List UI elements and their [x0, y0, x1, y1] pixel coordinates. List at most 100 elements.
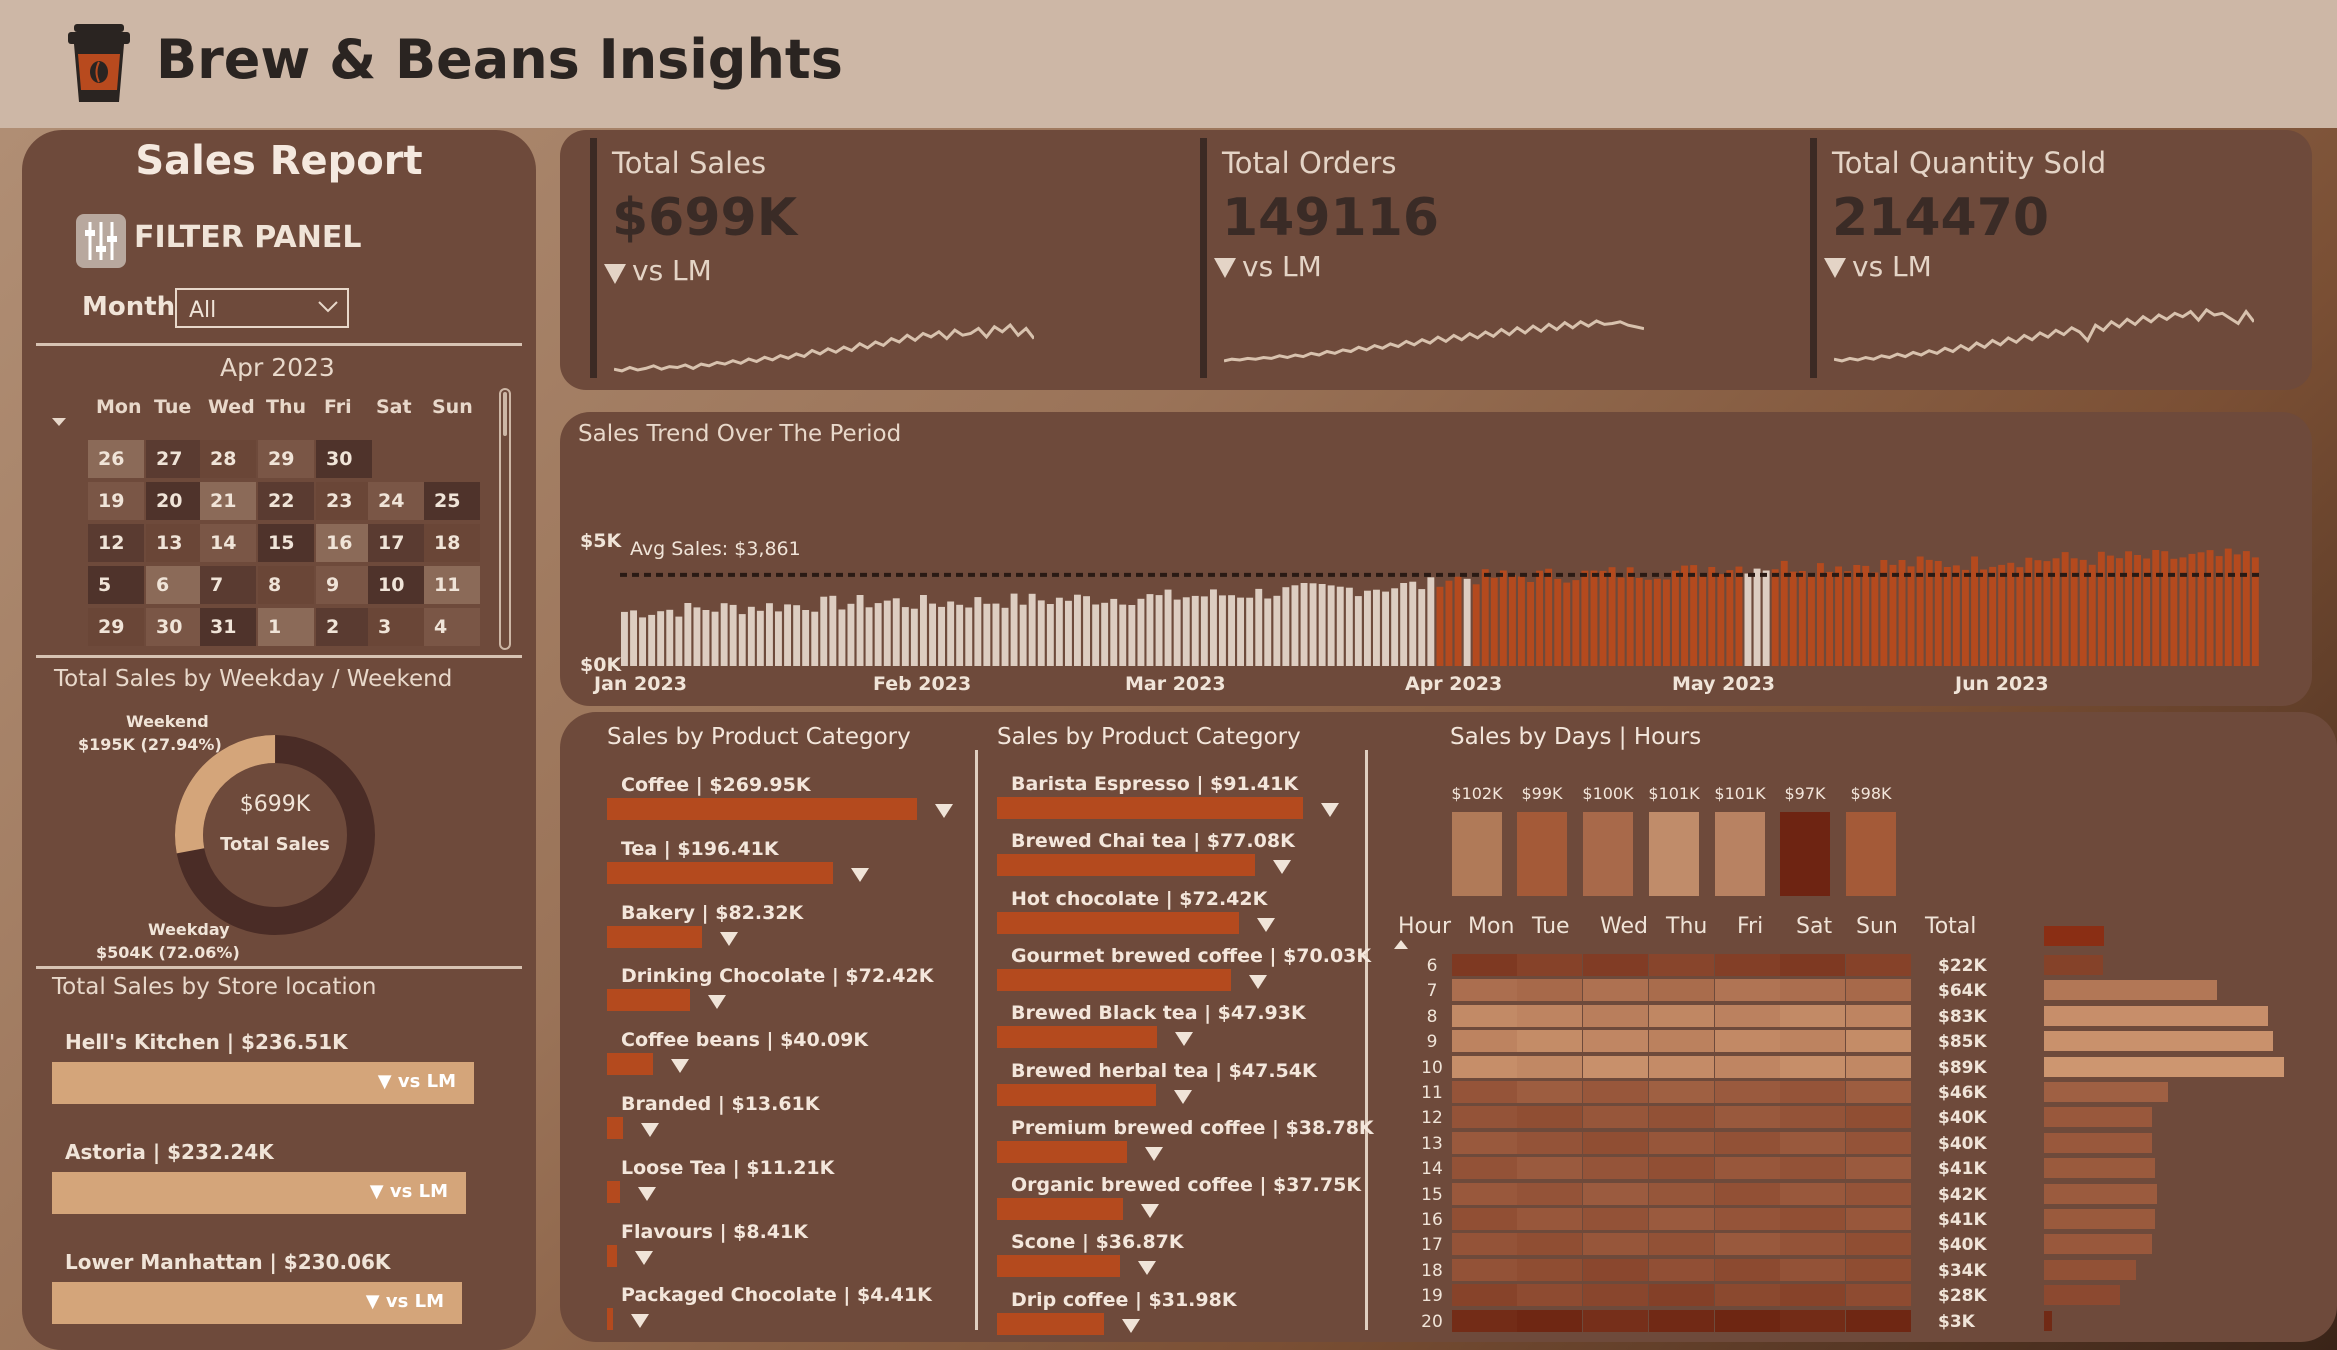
trend-bar[interactable]	[1572, 580, 1580, 666]
calendar-day[interactable]: 22	[258, 482, 314, 520]
trend-bar[interactable]	[1581, 570, 1589, 666]
trend-bar[interactable]	[1037, 600, 1045, 666]
calendar-day[interactable]: 9	[316, 566, 372, 604]
trend-bar[interactable]	[2152, 550, 2160, 666]
trend-bar[interactable]	[1327, 585, 1335, 666]
trend-bar[interactable]	[1835, 566, 1842, 667]
heatmap-cell[interactable]	[1583, 1081, 1648, 1103]
day-total-bar[interactable]	[1583, 812, 1633, 896]
calendar-day[interactable]: 31	[200, 608, 256, 646]
hour-total-bar[interactable]	[2044, 1082, 2168, 1102]
trend-bar[interactable]	[1798, 571, 1806, 666]
heatmap-cell[interactable]	[1583, 1131, 1648, 1154]
heatmap-cell[interactable]	[1452, 1233, 1517, 1256]
heatmap-cell[interactable]	[1846, 1055, 1911, 1078]
heatmap-cell[interactable]	[1649, 1055, 1714, 1078]
trend-bar[interactable]	[920, 595, 927, 666]
heatmap-cell[interactable]	[1517, 1004, 1582, 1027]
trend-bar[interactable]	[1364, 590, 1371, 666]
trend-bar[interactable]	[1391, 588, 1399, 666]
trend-bar[interactable]	[1527, 582, 1534, 666]
trend-bar[interactable]	[1826, 571, 1833, 666]
category-bar[interactable]	[607, 1308, 613, 1331]
trend-bar[interactable]	[2161, 551, 2169, 666]
trend-bar[interactable]	[1101, 602, 1109, 666]
heatmap-cell[interactable]	[1715, 1055, 1780, 1078]
calendar-day[interactable]: 23	[316, 482, 372, 520]
trend-bar[interactable]	[2061, 552, 2069, 666]
heatmap-cell[interactable]	[1649, 1131, 1714, 1154]
trend-bar[interactable]	[1427, 577, 1435, 666]
heatmap-cell[interactable]	[1846, 1081, 1911, 1103]
trend-bar[interactable]	[1418, 589, 1426, 666]
category-bar[interactable]	[997, 854, 1255, 877]
category-bar[interactable]	[997, 797, 1303, 819]
trend-bar[interactable]	[1300, 583, 1308, 666]
day-total-bar[interactable]	[1846, 812, 1896, 896]
hour-total-bar[interactable]	[2044, 955, 2103, 975]
trend-bar[interactable]	[1943, 567, 1951, 666]
category-bar[interactable]	[997, 911, 1239, 934]
day-total-bar[interactable]	[1780, 812, 1830, 896]
trend-bar[interactable]	[1817, 563, 1824, 666]
hour-total-bar[interactable]	[2044, 1158, 2155, 1179]
trend-bar[interactable]	[1672, 570, 1679, 666]
category-bar[interactable]	[997, 1255, 1120, 1278]
heatmap-cell[interactable]	[1846, 979, 1911, 1002]
heatmap-cell[interactable]	[1583, 1157, 1648, 1180]
trend-bar[interactable]	[947, 601, 955, 667]
trend-bar[interactable]	[847, 603, 855, 666]
heatmap-cell[interactable]	[1452, 979, 1517, 1002]
trend-bar[interactable]	[1599, 570, 1607, 666]
heatmap-cell[interactable]	[1649, 1208, 1714, 1230]
trend-bar[interactable]	[1952, 565, 1960, 666]
heatmap-cell[interactable]	[1452, 1030, 1517, 1053]
heatmap-cell[interactable]	[1452, 1157, 1517, 1180]
trend-bar[interactable]	[1246, 597, 1254, 666]
heatmap-cell[interactable]	[1583, 1284, 1648, 1307]
trend-bar[interactable]	[1382, 591, 1389, 666]
trend-bar[interactable]	[1119, 604, 1127, 666]
trend-bar[interactable]	[1191, 595, 1199, 666]
heatmap-cell[interactable]	[1517, 1182, 1582, 1205]
heatmap-cell[interactable]	[1517, 1309, 1582, 1332]
trend-bar[interactable]	[1518, 576, 1525, 666]
heatmap-cell[interactable]	[1583, 954, 1648, 976]
trend-bar[interactable]	[2134, 555, 2141, 666]
trend-bar[interactable]	[1210, 589, 1217, 666]
trend-bar[interactable]	[1173, 599, 1181, 666]
trend-bar[interactable]	[1789, 571, 1797, 666]
hour-total-bar[interactable]	[2044, 1310, 2052, 1331]
heatmap-cell[interactable]	[1780, 1182, 1845, 1205]
heatmap-cell[interactable]	[1517, 1106, 1582, 1129]
trend-bar[interactable]	[639, 617, 646, 666]
calendar-day[interactable]: 18	[424, 524, 480, 562]
trend-bar[interactable]	[1155, 595, 1163, 666]
category-bar[interactable]	[607, 1244, 617, 1267]
trend-bar[interactable]	[2097, 551, 2105, 666]
calendar-day[interactable]: 14	[200, 524, 256, 562]
trend-bar[interactable]	[938, 606, 945, 666]
trend-bar[interactable]	[1354, 596, 1362, 666]
hour-total-bar[interactable]	[2044, 1132, 2152, 1153]
heatmap-cell[interactable]	[1846, 1106, 1911, 1129]
trend-bar[interactable]	[1454, 576, 1462, 666]
category-bar[interactable]	[607, 861, 833, 884]
heatmap-cell[interactable]	[1780, 1157, 1845, 1180]
heatmap-cell[interactable]	[1452, 1131, 1517, 1154]
day-total-bar[interactable]	[1452, 812, 1502, 896]
trend-bar[interactable]	[1182, 597, 1190, 666]
trend-bar[interactable]	[820, 596, 828, 666]
heatmap-cell[interactable]	[1846, 1208, 1911, 1230]
trend-bar[interactable]	[766, 603, 773, 666]
hour-total-bar[interactable]	[2044, 1183, 2157, 1204]
trend-bar[interactable]	[2224, 548, 2232, 666]
heatmap-cell[interactable]	[1583, 1106, 1648, 1129]
trend-bar[interactable]	[1128, 605, 1136, 666]
day-total-bar[interactable]	[1715, 812, 1765, 896]
trend-bar[interactable]	[1373, 589, 1380, 666]
category-bar[interactable]	[997, 1026, 1157, 1049]
heatmap-cell[interactable]	[1649, 1030, 1714, 1053]
calendar-day[interactable]: 4	[424, 608, 480, 646]
hour-total-bar[interactable]	[2044, 980, 2217, 1001]
